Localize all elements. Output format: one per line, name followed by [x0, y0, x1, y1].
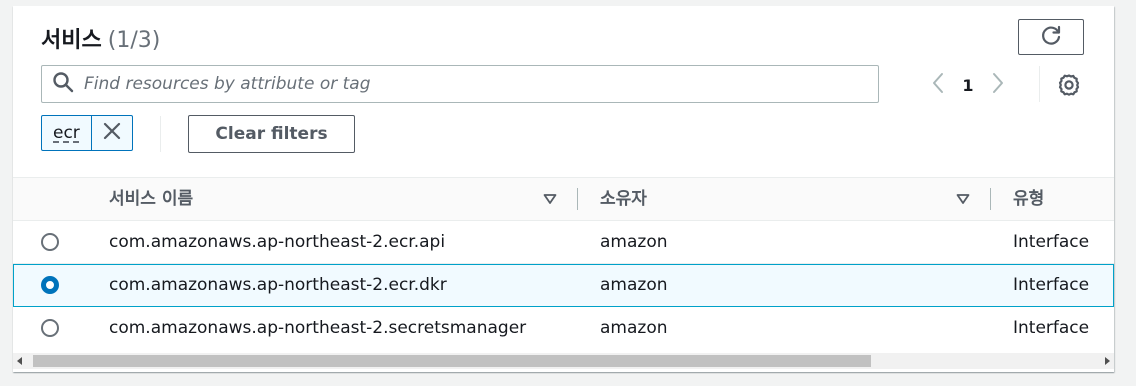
- close-icon: [103, 122, 121, 144]
- pager-divider: [1039, 66, 1040, 102]
- refresh-button[interactable]: [1018, 19, 1084, 55]
- search-icon: [52, 71, 74, 97]
- column-header-service-name[interactable]: 서비스 이름: [109, 178, 193, 220]
- refresh-icon: [1039, 24, 1063, 51]
- filter-token: ecr: [41, 115, 133, 151]
- chevron-right-icon[interactable]: [983, 68, 1013, 102]
- owner-cell: amazon: [600, 318, 668, 338]
- table-row[interactable]: com.amazonaws.ap-northeast-2.ecr.api ama…: [13, 221, 1114, 264]
- service-name-cell: com.amazonaws.ap-northeast-2.secretsmana…: [109, 318, 527, 338]
- caret-down-icon[interactable]: [956, 191, 970, 210]
- scrollbar-thumb[interactable]: [33, 355, 871, 367]
- scroll-left-arrow-icon[interactable]: [17, 357, 22, 365]
- gear-icon[interactable]: [1054, 70, 1084, 100]
- row-radio[interactable]: [41, 319, 59, 337]
- filter-token-label[interactable]: ecr: [42, 116, 91, 150]
- column-header-owner[interactable]: 소유자: [600, 178, 647, 220]
- type-cell: Interface: [1013, 232, 1090, 252]
- pagination: 1: [923, 70, 1013, 100]
- clear-filters-button[interactable]: Clear filters: [188, 115, 355, 153]
- column-header-type[interactable]: 유형: [1013, 178, 1044, 220]
- page-title: 서비스 (1/3): [41, 22, 160, 54]
- scroll-right-arrow-icon[interactable]: [1105, 357, 1110, 365]
- column-divider[interactable]: [577, 188, 578, 210]
- remove-filter-button[interactable]: [90, 116, 132, 150]
- page-number[interactable]: 1: [953, 76, 983, 95]
- search-input[interactable]: [82, 68, 878, 100]
- type-cell: Interface: [1013, 275, 1090, 295]
- column-divider[interactable]: [990, 188, 991, 210]
- row-radio[interactable]: [41, 233, 59, 251]
- owner-cell: amazon: [600, 275, 668, 295]
- service-name-cell: com.amazonaws.ap-northeast-2.ecr.api: [109, 232, 446, 252]
- selection-count: (1/3): [107, 28, 161, 53]
- table-header: 서비스 이름 소유자 유형: [13, 177, 1114, 221]
- search-box[interactable]: [41, 65, 879, 103]
- chevron-left-icon[interactable]: [923, 68, 953, 102]
- table-row-selected[interactable]: com.amazonaws.ap-northeast-2.ecr.dkr ama…: [13, 264, 1114, 307]
- title-text: 서비스: [41, 28, 102, 53]
- row-radio-checked[interactable]: [41, 276, 59, 294]
- caret-down-icon[interactable]: [543, 191, 557, 210]
- service-name-cell: com.amazonaws.ap-northeast-2.ecr.dkr: [109, 275, 447, 295]
- services-panel: 서비스(1/3) 1 ecr: [13, 6, 1114, 372]
- type-cell: Interface: [1013, 318, 1090, 338]
- table-row[interactable]: com.amazonaws.ap-northeast-2.secretsmana…: [13, 307, 1114, 350]
- horizontal-scrollbar[interactable]: [13, 353, 1114, 369]
- owner-cell: amazon: [600, 232, 668, 252]
- filters-divider: [160, 116, 161, 152]
